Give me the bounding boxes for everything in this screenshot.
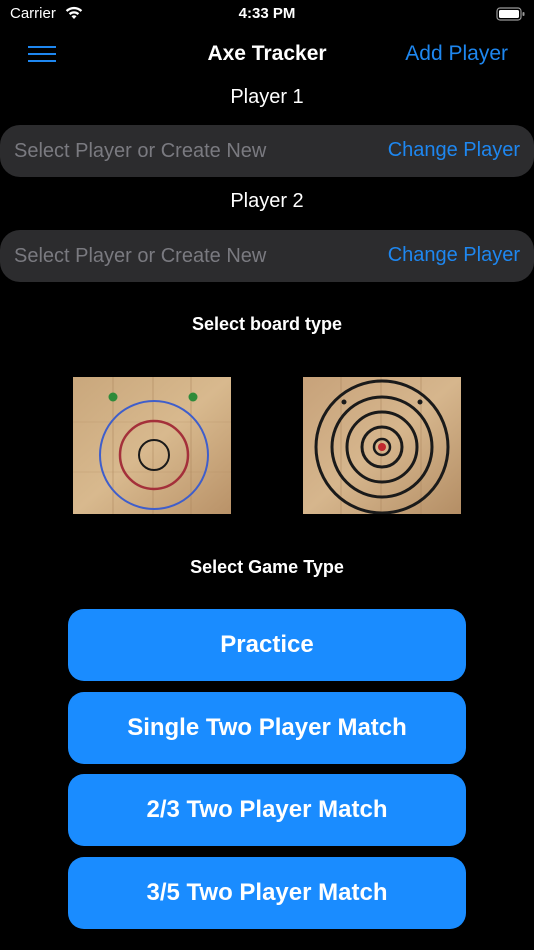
board-option-rings[interactable] xyxy=(73,377,231,514)
board-option-bullseye[interactable] xyxy=(303,377,461,515)
best-of-five-match-button[interactable]: 3/5 Two Player Match xyxy=(68,857,466,929)
player-2-label: Player 2 xyxy=(230,190,304,212)
player-1-label: Player 1 xyxy=(230,86,304,108)
board-type-heading: Select board type xyxy=(191,314,343,334)
game-type-heading: Select Game Type xyxy=(190,557,344,577)
change-player-1-button[interactable]: Change Player xyxy=(388,139,520,162)
practice-button[interactable]: Practice xyxy=(68,609,466,681)
status-bar: Carrier 4:33 PM xyxy=(0,0,534,30)
status-time: 4:33 PM xyxy=(238,5,296,22)
wooden-target-board-black-rings-icon xyxy=(303,377,461,515)
player-1-input[interactable] xyxy=(14,125,354,177)
player-1-field: Change Player xyxy=(0,125,534,177)
single-two-player-match-button[interactable]: Single Two Player Match xyxy=(68,692,466,764)
change-player-2-button[interactable]: Change Player xyxy=(388,244,520,267)
player-2-field: Change Player xyxy=(0,230,534,282)
wooden-target-board-blue-red-rings-icon xyxy=(73,377,231,514)
player-2-input[interactable] xyxy=(14,230,354,282)
add-player-button[interactable]: Add Player xyxy=(405,42,508,66)
navigation-bar: Axe Tracker Add Player xyxy=(0,30,534,80)
best-of-three-match-button[interactable]: 2/3 Two Player Match xyxy=(68,774,466,846)
battery-icon xyxy=(496,6,526,27)
